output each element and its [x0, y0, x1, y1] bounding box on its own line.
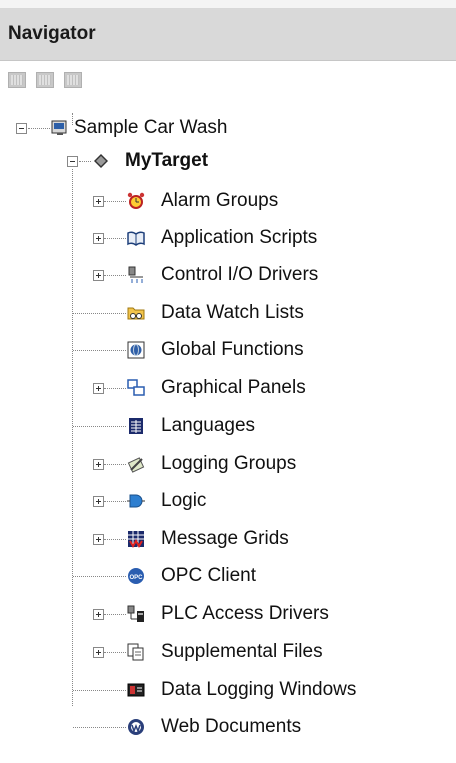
scripts-book-icon: [127, 229, 145, 247]
svg-text:OPC: OPC: [129, 575, 143, 581]
tree-item-data-watch-lists[interactable]: Data Watch Lists: [0, 298, 456, 328]
io-drivers-icon: [127, 266, 145, 284]
tree-item-graphical-panels[interactable]: Graphical Panels: [0, 373, 456, 403]
tree-item-alarm-groups[interactable]: Alarm Groups: [0, 186, 456, 216]
project-icon: [51, 119, 69, 137]
tree-item-label: Alarm Groups: [161, 190, 279, 211]
tree-item-web-documents[interactable]: Web Documents: [0, 712, 456, 742]
tree-item-label: Data Watch Lists: [161, 302, 304, 323]
tree-node-label: Sample Car Wash: [74, 117, 228, 138]
tree-connector: [73, 350, 126, 351]
tree-item-label: Supplemental Files: [161, 641, 323, 662]
tree-item-label: Application Scripts: [161, 227, 318, 248]
tree-item-languages[interactable]: Languages: [0, 411, 456, 441]
tree-item-plc-access-drivers[interactable]: PLC Access Drivers: [0, 599, 456, 629]
grid-view-icon[interactable]: [8, 72, 26, 88]
tree-item-label: Logic: [161, 490, 207, 511]
expand-toggle[interactable]: [93, 233, 104, 244]
tree-item-opc-client[interactable]: OPC OPC Client: [0, 561, 456, 591]
tree-connector: [104, 388, 126, 389]
tree-item-label: Graphical Panels: [161, 377, 306, 398]
alarm-clock-icon: [127, 192, 145, 210]
collapse-toggle[interactable]: [67, 156, 78, 167]
tree-connector: [73, 576, 126, 577]
tree-connector: [104, 201, 126, 202]
tree-item-data-logging-windows[interactable]: Data Logging Windows: [0, 675, 456, 705]
tree-node-sample-car-wash[interactable]: Sample Car Wash: [0, 113, 456, 143]
tree-item-message-grids[interactable]: Message Grids: [0, 524, 456, 554]
window-top-edge: [0, 0, 456, 9]
expand-toggle[interactable]: [93, 609, 104, 620]
tree-item-label: Data Logging Windows: [161, 679, 357, 700]
logic-gate-icon: [127, 492, 145, 510]
tree-connector: [104, 614, 126, 615]
tile-view-icon[interactable]: [36, 72, 54, 88]
opc-client-icon: OPC: [127, 567, 145, 585]
expand-toggle[interactable]: [93, 459, 104, 470]
tree-item-supplemental-files[interactable]: Supplemental Files: [0, 637, 456, 667]
panel-title: Navigator: [8, 23, 96, 44]
tree-item-label: Global Functions: [161, 339, 304, 360]
navigator-toolbar: [0, 61, 456, 103]
tree-item-label: Languages: [161, 415, 256, 436]
collapse-toggle[interactable]: [16, 123, 27, 134]
expand-toggle[interactable]: [93, 647, 104, 658]
tree-connector: [73, 426, 126, 427]
tree-item-logging-groups[interactable]: Logging Groups: [0, 449, 456, 479]
expand-toggle[interactable]: [93, 534, 104, 545]
expand-toggle[interactable]: [93, 196, 104, 207]
logging-groups-icon: [127, 455, 145, 473]
plc-drivers-icon: [127, 605, 145, 623]
data-logging-window-icon: [127, 681, 145, 699]
list-view-icon[interactable]: [64, 72, 82, 88]
web-documents-icon: [127, 718, 145, 736]
tree-connector: [104, 652, 126, 653]
tree-connector: [104, 464, 126, 465]
languages-icon: [127, 417, 145, 435]
tree-connector: [104, 238, 126, 239]
tree-connector: [73, 727, 126, 728]
tree-item-label: OPC Client: [161, 565, 257, 586]
expand-toggle[interactable]: [93, 383, 104, 394]
tree-item-label: Web Documents: [161, 716, 302, 737]
expand-toggle[interactable]: [93, 270, 104, 281]
tree-connector: [104, 275, 126, 276]
tree-item-label: Logging Groups: [161, 453, 297, 474]
tree-item-label: PLC Access Drivers: [161, 603, 329, 624]
tree-item-application-scripts[interactable]: Application Scripts: [0, 223, 456, 253]
supplemental-files-icon: [127, 643, 145, 661]
tree-connector: [28, 128, 50, 129]
tree-item-label: Control I/O Drivers: [161, 264, 319, 285]
target-diamond-icon: [92, 152, 110, 170]
panels-icon: [127, 379, 145, 397]
tree-connector: [73, 313, 126, 314]
navigator-tree: Sample Car Wash MyTarget Alarm Groups Ap…: [0, 103, 456, 763]
tree-node-label: MyTarget: [125, 150, 209, 171]
tree-connector: [79, 161, 91, 162]
tree-item-control-io-drivers[interactable]: Control I/O Drivers: [0, 260, 456, 290]
expand-toggle[interactable]: [93, 496, 104, 507]
navigator-header: Navigator: [0, 9, 456, 61]
tree-item-label: Message Grids: [161, 528, 289, 549]
global-functions-icon: [127, 341, 145, 359]
watch-glasses-icon: [127, 304, 145, 322]
tree-node-mytarget[interactable]: MyTarget: [0, 146, 456, 176]
message-grids-icon: [127, 530, 145, 548]
tree-connector: [73, 690, 126, 691]
tree-connector: [104, 501, 126, 502]
tree-item-logic[interactable]: Logic: [0, 486, 456, 516]
tree-item-global-functions[interactable]: Global Functions: [0, 335, 456, 365]
tree-connector: [104, 539, 126, 540]
